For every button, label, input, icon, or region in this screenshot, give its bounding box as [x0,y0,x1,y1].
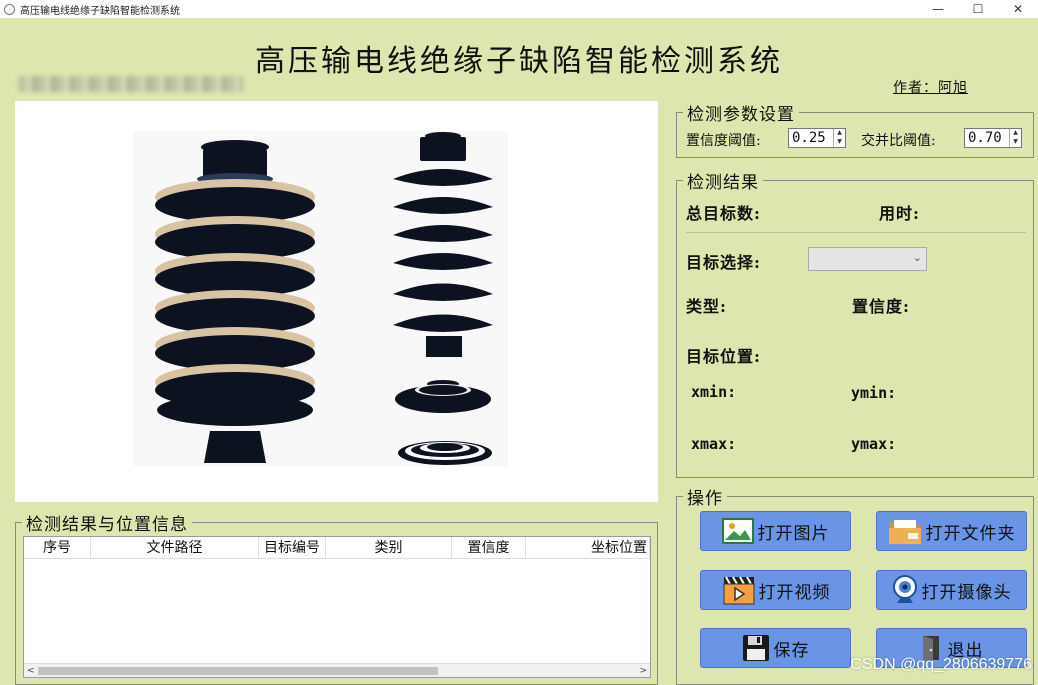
column-header-confidence[interactable]: 置信度 [452,537,526,558]
minimize-button[interactable]: — [918,0,958,18]
save-label: 保存 [773,640,810,661]
spin-up-icon[interactable]: ▲ [1010,129,1021,138]
confidence-label: 置信度: [852,297,910,316]
scroll-left-icon[interactable]: < [27,664,35,678]
open-folder-label: 打开文件夹 [925,523,1016,544]
csdn-watermark: CSDN @qq_2806639776 [850,656,1032,673]
iou-threshold-arrows[interactable]: ▲ ▼ [1009,129,1021,147]
open-image-button[interactable]: 打开图片 [700,511,851,551]
confidence-threshold-spinbox[interactable]: 0.25 ▲ ▼ [788,128,846,148]
xmax-label: xmax: [691,435,737,453]
window-titlebar: 高压输电线绝缘子缺陷智能检测系统 — ☐ ✕ [0,0,1038,18]
iou-threshold-spinbox[interactable]: 0.70 ▲ ▼ [964,128,1022,148]
confidence-threshold-value[interactable]: 0.25 [789,130,833,146]
params-legend: 检测参数设置 [687,105,795,125]
maximize-button[interactable]: ☐ [958,0,998,18]
elapsed-time-label: 用时: [879,204,920,223]
open-video-label: 打开视频 [758,582,831,603]
column-header-index[interactable]: 序号 [24,537,91,558]
open-camera-button[interactable]: 打开摄像头 [876,570,1027,610]
iou-threshold-label: 交并比阈值: [861,133,936,149]
results-divider [686,232,1026,233]
open-video-button[interactable]: 打开视频 [700,570,851,610]
table-legend: 检测结果与位置信息 [26,515,188,535]
scroll-right-icon[interactable]: > [639,664,647,678]
insulator-left [155,140,315,463]
image-display [15,101,658,502]
page-title: 高压输电线绝缘子缺陷智能检测系统 [255,44,783,79]
image-icon [721,518,754,544]
results-table[interactable]: 序号 文件路径 目标编号 类别 置信度 坐标位置 < > [23,536,651,678]
operations-legend: 操作 [687,489,723,509]
type-label: 类型: [686,297,727,316]
window-title: 高压输电线绝缘子缺陷智能检测系统 [20,5,180,17]
ymin-label: ymin: [851,384,897,402]
save-button[interactable]: 保存 [700,628,851,668]
column-header-target-id[interactable]: 目标编号 [259,537,326,558]
confidence-threshold-arrows[interactable]: ▲ ▼ [833,129,845,147]
video-icon [723,576,754,605]
column-header-filepath[interactable]: 文件路径 [91,537,259,558]
window-controls: — ☐ ✕ [918,0,1038,18]
target-position-label: 目标位置: [686,347,761,366]
open-image-label: 打开图片 [757,523,830,544]
column-header-coordinates[interactable]: 坐标位置 [526,537,650,558]
chevron-down-icon[interactable]: ⌄ [913,251,922,264]
total-targets-label: 总目标数: [686,204,761,223]
column-header-class[interactable]: 类别 [326,537,452,558]
blurred-info-strip [18,76,243,92]
app-icon [4,3,15,15]
results-legend: 检测结果 [687,173,759,193]
ymax-label: ymax: [851,435,897,453]
confidence-threshold-label: 置信度阈值: [686,133,761,149]
target-select-label: 目标选择: [686,253,761,272]
save-icon [742,635,769,661]
close-button[interactable]: ✕ [998,0,1038,18]
spin-up-icon[interactable]: ▲ [834,129,845,138]
insulator-image [133,131,508,466]
spin-down-icon[interactable]: ▼ [834,138,845,147]
author-label: 作者：阿旭 [893,80,968,96]
open-folder-button[interactable]: 打开文件夹 [876,511,1027,551]
xmin-label: xmin: [691,383,737,401]
open-camera-label: 打开摄像头 [921,582,1012,603]
scrollbar-thumb[interactable] [38,667,438,675]
folder-icon [888,520,921,544]
spin-down-icon[interactable]: ▼ [1010,138,1021,147]
webcam-icon [892,575,917,603]
horizontal-scrollbar[interactable]: < > [24,663,650,677]
table-header: 序号 文件路径 目标编号 类别 置信度 坐标位置 [24,537,650,559]
iou-threshold-value[interactable]: 0.70 [965,130,1009,146]
target-select-combobox[interactable]: ⌄ [808,247,927,271]
